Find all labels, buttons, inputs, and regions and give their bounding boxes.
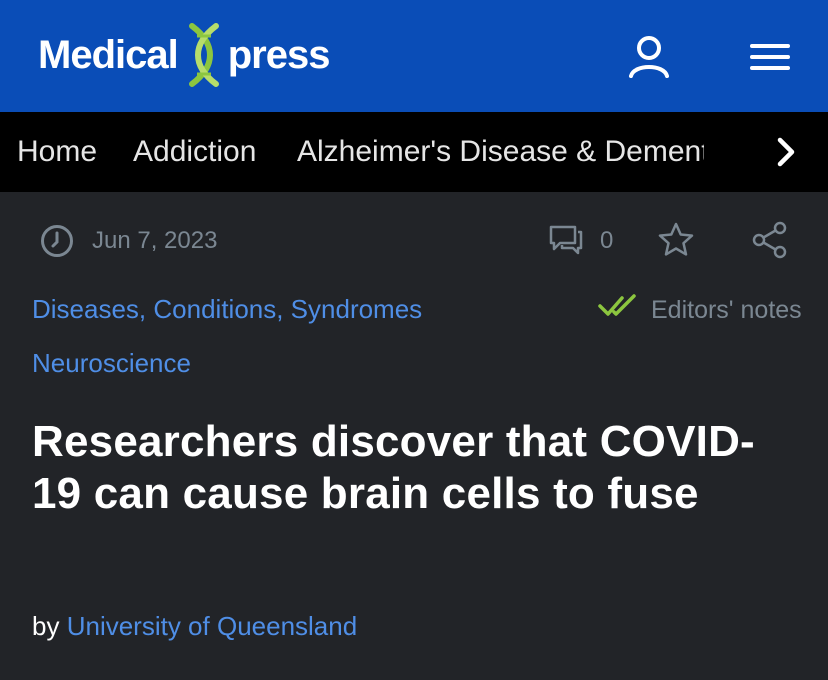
dna-logo-icon bbox=[188, 23, 219, 87]
editors-notes-link[interactable]: Editors' notes bbox=[651, 295, 802, 325]
logo-word-medical: Medical bbox=[38, 32, 179, 77]
logo-word-press: press bbox=[227, 32, 331, 77]
nav-item-alzheimers[interactable]: Alzheimer's Disease & Dementia bbox=[297, 134, 704, 170]
share-icon[interactable] bbox=[750, 220, 790, 260]
article-title: Researchers discover that COVID-19 can c… bbox=[32, 417, 755, 518]
star-icon[interactable] bbox=[656, 220, 696, 260]
byline-label: by bbox=[32, 611, 60, 641]
article-date: Jun 7, 2023 bbox=[92, 227, 218, 254]
author-link[interactable]: University of Queensland bbox=[67, 611, 357, 641]
clock-icon bbox=[41, 225, 73, 257]
tag-neuroscience[interactable]: Neuroscience bbox=[32, 347, 191, 379]
site-header: Medical press bbox=[0, 0, 828, 112]
hamburger-menu-icon[interactable] bbox=[748, 40, 792, 74]
category-nav: Home Addiction Alzheimer's Disease & Dem… bbox=[0, 112, 828, 192]
nav-item-addiction[interactable]: Addiction bbox=[133, 134, 256, 170]
user-icon[interactable] bbox=[626, 34, 672, 80]
byline: by University of Queensland bbox=[32, 610, 357, 642]
category-nav-items: Home Addiction Alzheimer's Disease & Dem… bbox=[0, 112, 704, 192]
site-logo[interactable]: Medical press bbox=[38, 22, 331, 88]
tag-diseases-conditions-syndromes[interactable]: Diseases, Conditions, Syndromes bbox=[32, 293, 422, 325]
comment-icon[interactable] bbox=[548, 223, 584, 257]
nav-item-home[interactable]: Home bbox=[17, 134, 97, 170]
double-check-icon bbox=[598, 294, 636, 316]
chevron-right-icon[interactable] bbox=[766, 132, 806, 172]
comment-count[interactable]: 0 bbox=[600, 226, 613, 256]
